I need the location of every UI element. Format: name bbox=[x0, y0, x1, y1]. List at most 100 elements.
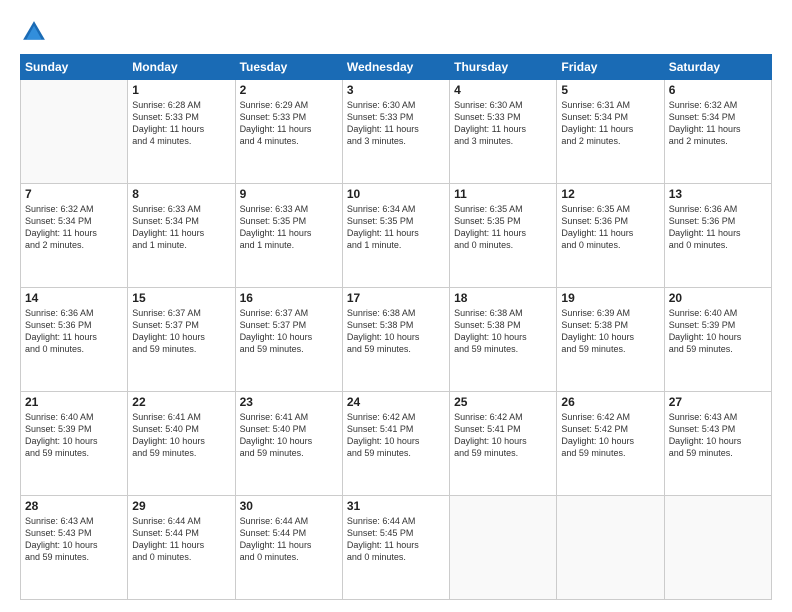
calendar-cell: 14 Sunrise: 6:36 AMSunset: 5:36 PMDayligh… bbox=[21, 288, 128, 392]
day-number: 8 bbox=[132, 187, 230, 201]
calendar-cell: 20 Sunrise: 6:40 AMSunset: 5:39 PMDayligh… bbox=[664, 288, 771, 392]
day-info: Sunrise: 6:38 AMSunset: 5:38 PMDaylight:… bbox=[347, 307, 445, 356]
day-info: Sunrise: 6:42 AMSunset: 5:41 PMDaylight:… bbox=[347, 411, 445, 460]
day-info: Sunrise: 6:44 AMSunset: 5:44 PMDaylight:… bbox=[240, 515, 338, 564]
day-number: 30 bbox=[240, 499, 338, 513]
logo bbox=[20, 18, 52, 46]
day-info: Sunrise: 6:38 AMSunset: 5:38 PMDaylight:… bbox=[454, 307, 552, 356]
calendar-cell: 9Sunrise: 6:33 AMSunset: 5:35 PMDaylight… bbox=[235, 184, 342, 288]
calendar-cell: 25Sunrise: 6:42 AMSunset: 5:41 PMDayligh… bbox=[450, 392, 557, 496]
calendar-cell: 6Sunrise: 6:32 AMSunset: 5:34 PMDaylight… bbox=[664, 80, 771, 184]
day-number: 18 bbox=[454, 291, 552, 305]
calendar-week-row-2: 7 Sunrise: 6:32 AMSunset: 5:34 PMDaylight… bbox=[21, 184, 772, 288]
day-info: Sunrise: 6:32 AMSunset: 5:34 PMDaylight:… bbox=[25, 203, 123, 252]
calendar-cell bbox=[557, 496, 664, 600]
day-number: 29 bbox=[132, 499, 230, 513]
day-number: 10 bbox=[347, 187, 445, 201]
calendar-cell: 26 Sunrise: 6:42 AMSunset: 5:42 PMDayligh… bbox=[557, 392, 664, 496]
weekday-header-monday: Monday bbox=[128, 55, 235, 80]
day-number: 13 bbox=[669, 187, 767, 201]
calendar-cell: 28 Sunrise: 6:43 AMSunset: 5:43 PMDayligh… bbox=[21, 496, 128, 600]
day-info: Sunrise: 6:37 AMSunset: 5:37 PMDaylight:… bbox=[132, 307, 230, 356]
calendar-cell: 5 Sunrise: 6:31 AMSunset: 5:34 PMDaylight… bbox=[557, 80, 664, 184]
day-info: Sunrise: 6:30 AMSunset: 5:33 PMDaylight:… bbox=[347, 99, 445, 148]
day-number: 19 bbox=[561, 291, 659, 305]
day-info: Sunrise: 6:36 AMSunset: 5:36 PMDaylight:… bbox=[25, 307, 123, 356]
calendar-cell: 17 Sunrise: 6:38 AMSunset: 5:38 PMDayligh… bbox=[342, 288, 449, 392]
calendar-cell bbox=[21, 80, 128, 184]
day-number: 7 bbox=[25, 187, 123, 201]
day-number: 12 bbox=[561, 187, 659, 201]
logo-icon bbox=[20, 18, 48, 46]
calendar-cell: 24 Sunrise: 6:42 AMSunset: 5:41 PMDayligh… bbox=[342, 392, 449, 496]
day-number: 4 bbox=[454, 83, 552, 97]
day-info: Sunrise: 6:40 AMSunset: 5:39 PMDaylight:… bbox=[669, 307, 767, 356]
day-number: 2 bbox=[240, 83, 338, 97]
calendar-cell bbox=[450, 496, 557, 600]
calendar-cell: 7 Sunrise: 6:32 AMSunset: 5:34 PMDaylight… bbox=[21, 184, 128, 288]
day-number: 23 bbox=[240, 395, 338, 409]
weekday-header-thursday: Thursday bbox=[450, 55, 557, 80]
day-number: 21 bbox=[25, 395, 123, 409]
day-info: Sunrise: 6:37 AMSunset: 5:37 PMDaylight:… bbox=[240, 307, 338, 356]
calendar-week-row-5: 28 Sunrise: 6:43 AMSunset: 5:43 PMDayligh… bbox=[21, 496, 772, 600]
calendar-cell: 23 Sunrise: 6:41 AMSunset: 5:40 PMDayligh… bbox=[235, 392, 342, 496]
page: SundayMondayTuesdayWednesdayThursdayFrid… bbox=[0, 0, 792, 612]
calendar-cell: 19 Sunrise: 6:39 AMSunset: 5:38 PMDayligh… bbox=[557, 288, 664, 392]
day-info: Sunrise: 6:31 AMSunset: 5:34 PMDaylight:… bbox=[561, 99, 659, 148]
weekday-header-saturday: Saturday bbox=[664, 55, 771, 80]
calendar-cell: 30 Sunrise: 6:44 AMSunset: 5:44 PMDayligh… bbox=[235, 496, 342, 600]
calendar-cell: 18 Sunrise: 6:38 AMSunset: 5:38 PMDayligh… bbox=[450, 288, 557, 392]
calendar-cell: 31Sunrise: 6:44 AMSunset: 5:45 PMDayligh… bbox=[342, 496, 449, 600]
calendar-week-row-3: 14 Sunrise: 6:36 AMSunset: 5:36 PMDayligh… bbox=[21, 288, 772, 392]
calendar-cell: 22Sunrise: 6:41 AMSunset: 5:40 PMDayligh… bbox=[128, 392, 235, 496]
calendar-week-row-4: 21Sunrise: 6:40 AMSunset: 5:39 PMDayligh… bbox=[21, 392, 772, 496]
day-number: 28 bbox=[25, 499, 123, 513]
day-number: 14 bbox=[25, 291, 123, 305]
day-number: 24 bbox=[347, 395, 445, 409]
day-info: Sunrise: 6:35 AMSunset: 5:35 PMDaylight:… bbox=[454, 203, 552, 252]
calendar-cell: 15 Sunrise: 6:37 AMSunset: 5:37 PMDayligh… bbox=[128, 288, 235, 392]
day-info: Sunrise: 6:34 AMSunset: 5:35 PMDaylight:… bbox=[347, 203, 445, 252]
weekday-header-wednesday: Wednesday bbox=[342, 55, 449, 80]
header bbox=[20, 18, 772, 46]
day-number: 27 bbox=[669, 395, 767, 409]
calendar-cell: 4 Sunrise: 6:30 AMSunset: 5:33 PMDaylight… bbox=[450, 80, 557, 184]
day-info: Sunrise: 6:41 AMSunset: 5:40 PMDaylight:… bbox=[240, 411, 338, 460]
day-info: Sunrise: 6:36 AMSunset: 5:36 PMDaylight:… bbox=[669, 203, 767, 252]
day-info: Sunrise: 6:35 AMSunset: 5:36 PMDaylight:… bbox=[561, 203, 659, 252]
day-info: Sunrise: 6:42 AMSunset: 5:41 PMDaylight:… bbox=[454, 411, 552, 460]
day-info: Sunrise: 6:39 AMSunset: 5:38 PMDaylight:… bbox=[561, 307, 659, 356]
day-info: Sunrise: 6:44 AMSunset: 5:44 PMDaylight:… bbox=[132, 515, 230, 564]
calendar-cell: 1Sunrise: 6:28 AMSunset: 5:33 PMDaylight… bbox=[128, 80, 235, 184]
calendar-cell: 13 Sunrise: 6:36 AMSunset: 5:36 PMDayligh… bbox=[664, 184, 771, 288]
day-info: Sunrise: 6:33 AMSunset: 5:34 PMDaylight:… bbox=[132, 203, 230, 252]
calendar-cell: 12 Sunrise: 6:35 AMSunset: 5:36 PMDayligh… bbox=[557, 184, 664, 288]
day-number: 1 bbox=[132, 83, 230, 97]
day-info: Sunrise: 6:43 AMSunset: 5:43 PMDaylight:… bbox=[669, 411, 767, 460]
day-number: 6 bbox=[669, 83, 767, 97]
day-info: Sunrise: 6:30 AMSunset: 5:33 PMDaylight:… bbox=[454, 99, 552, 148]
weekday-header-tuesday: Tuesday bbox=[235, 55, 342, 80]
weekday-header-friday: Friday bbox=[557, 55, 664, 80]
day-info: Sunrise: 6:33 AMSunset: 5:35 PMDaylight:… bbox=[240, 203, 338, 252]
day-number: 5 bbox=[561, 83, 659, 97]
calendar-cell: 11Sunrise: 6:35 AMSunset: 5:35 PMDayligh… bbox=[450, 184, 557, 288]
calendar-cell: 21Sunrise: 6:40 AMSunset: 5:39 PMDayligh… bbox=[21, 392, 128, 496]
day-number: 22 bbox=[132, 395, 230, 409]
day-number: 17 bbox=[347, 291, 445, 305]
calendar-table: SundayMondayTuesdayWednesdayThursdayFrid… bbox=[20, 54, 772, 600]
day-number: 20 bbox=[669, 291, 767, 305]
calendar-cell: 29 Sunrise: 6:44 AMSunset: 5:44 PMDayligh… bbox=[128, 496, 235, 600]
day-info: Sunrise: 6:43 AMSunset: 5:43 PMDaylight:… bbox=[25, 515, 123, 564]
day-number: 26 bbox=[561, 395, 659, 409]
day-number: 16 bbox=[240, 291, 338, 305]
day-info: Sunrise: 6:44 AMSunset: 5:45 PMDaylight:… bbox=[347, 515, 445, 564]
day-number: 15 bbox=[132, 291, 230, 305]
calendar-cell: 2Sunrise: 6:29 AMSunset: 5:33 PMDaylight… bbox=[235, 80, 342, 184]
calendar-cell: 10 Sunrise: 6:34 AMSunset: 5:35 PMDayligh… bbox=[342, 184, 449, 288]
day-info: Sunrise: 6:42 AMSunset: 5:42 PMDaylight:… bbox=[561, 411, 659, 460]
calendar-cell: 27 Sunrise: 6:43 AMSunset: 5:43 PMDayligh… bbox=[664, 392, 771, 496]
day-number: 3 bbox=[347, 83, 445, 97]
weekday-header-sunday: Sunday bbox=[21, 55, 128, 80]
